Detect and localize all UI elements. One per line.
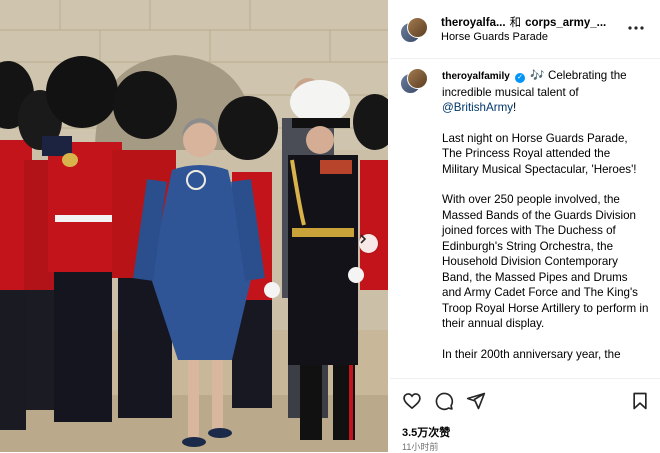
chevron-right-icon: [360, 234, 367, 244]
caption-paragraph: With over 250 people involved, the Masse…: [442, 193, 649, 330]
caption-avatars[interactable]: [400, 68, 428, 94]
post-side-panel: theroyalfa... 和 corps_army_... Horse Guard…: [390, 0, 660, 453]
heart-icon: [403, 393, 421, 410]
action-bar: 3.5万次赞 11小时前: [390, 378, 660, 453]
post-timestamp: 11小时前: [402, 442, 439, 452]
location-link[interactable]: Horse Guards Parade: [441, 31, 548, 43]
post-caption: theroyalfamily ✓ 🎶 Celebrating the incre…: [400, 68, 650, 378]
mention-link[interactable]: @BritishArmy: [442, 101, 513, 114]
save-button[interactable]: [630, 391, 650, 411]
music-notes-icon: 🎶: [530, 69, 545, 82]
next-image-button[interactable]: [359, 234, 378, 253]
post-photo: [0, 0, 388, 452]
comment-button[interactable]: [434, 391, 454, 411]
caption-text: theroyalfamily ✓ 🎶 Celebrating the incre…: [442, 68, 650, 377]
avatar: [407, 17, 428, 38]
conjunction-text: 和: [509, 17, 522, 29]
bookmark-icon: [633, 392, 647, 410]
share-button[interactable]: [466, 391, 486, 411]
verified-badge-icon: ✓: [515, 73, 526, 83]
username-link[interactable]: theroyalfa...: [441, 17, 506, 29]
collab-avatars[interactable]: [400, 17, 428, 43]
collab-usernames: theroyalfa... 和 corps_army_...: [441, 14, 606, 30]
like-button[interactable]: [402, 391, 422, 411]
avatar: [407, 68, 428, 89]
more-dots-icon: [628, 26, 644, 30]
mention-suffix: !: [513, 101, 517, 114]
caption-username[interactable]: theroyalfamily: [442, 71, 510, 82]
likes-count[interactable]: 3.5万次赞: [402, 424, 450, 440]
photo-illustration: [0, 0, 388, 452]
caption-paragraph: Last night on Horse Guards Parade, The P…: [442, 131, 637, 176]
username-link[interactable]: corps_army_...: [525, 17, 606, 29]
post-header: theroyalfa... 和 corps_army_... Horse Guard…: [390, 0, 660, 59]
more-options-button[interactable]: [628, 20, 648, 36]
send-icon: [466, 392, 486, 410]
caption-paragraph: In their 200th anniversary year, the: [442, 347, 621, 361]
comment-icon: [435, 392, 454, 411]
